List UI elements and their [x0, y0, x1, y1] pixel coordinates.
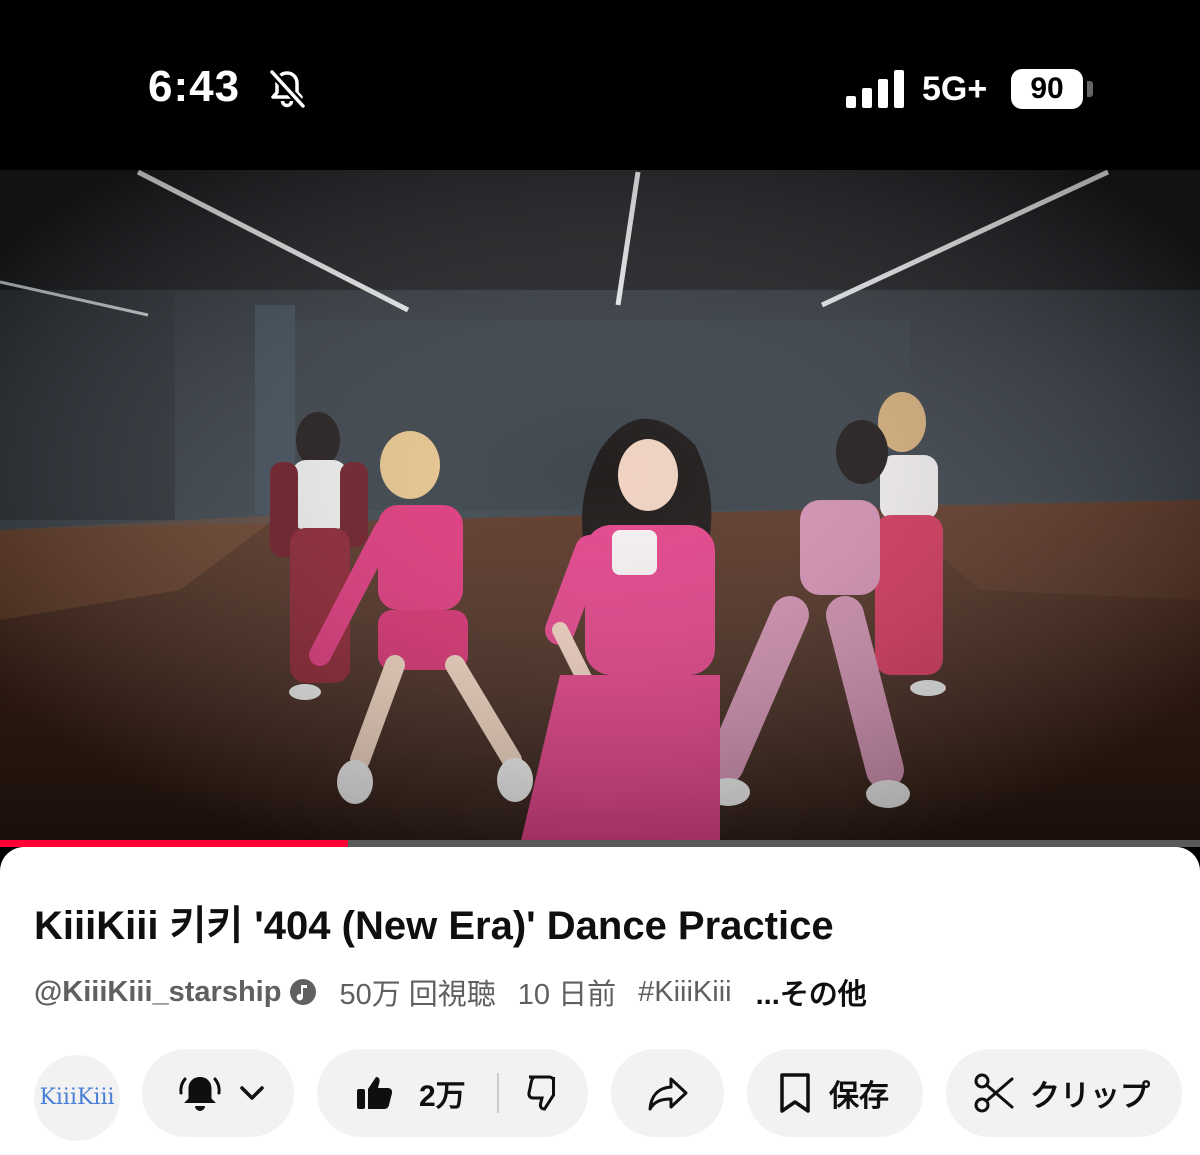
- clip-button[interactable]: クリップ: [946, 1049, 1182, 1137]
- upload-age: 10 日前: [517, 979, 617, 1011]
- hashtag-link[interactable]: #KiiiKiii: [638, 976, 731, 1009]
- battery-terminal: [1087, 81, 1093, 97]
- video-progress-fill: [0, 840, 348, 847]
- avatar-label: KiiiKiii: [39, 1085, 115, 1110]
- status-time: 6:43: [148, 62, 241, 111]
- video-info-panel: KiiiKiii 키키 '404 (New Era)' Dance Practi…: [0, 847, 1200, 1155]
- bookmark-icon: [780, 1073, 810, 1113]
- bell-ringing-icon: [179, 1077, 221, 1111]
- clip-label: クリップ: [1030, 1080, 1150, 1113]
- share-button[interactable]: [611, 1049, 724, 1137]
- notification-bell-button[interactable]: [142, 1049, 294, 1137]
- save-button[interactable]: 保存: [747, 1049, 923, 1137]
- channel-handle[interactable]: @KiiiKiii_starship: [34, 976, 281, 1009]
- verified-music-icon: [290, 979, 317, 1005]
- battery-icon: 90: [1011, 69, 1083, 109]
- more-button[interactable]: ...その他: [756, 971, 867, 1013]
- video-title[interactable]: KiiiKiii 키키 '404 (New Era)' Dance Practi…: [34, 893, 834, 951]
- dislike-button[interactable]: [499, 1049, 587, 1137]
- chevron-down-icon: [240, 1086, 264, 1100]
- network-type: 5G+: [922, 70, 988, 108]
- save-label: 保存: [829, 1080, 889, 1113]
- thumbs-up-icon: [357, 1077, 393, 1109]
- status-bar: 6:43 5G+ 90: [0, 0, 1200, 170]
- video-progress-bar[interactable]: [0, 840, 1200, 847]
- bell-slash-icon: [269, 69, 306, 109]
- like-button[interactable]: 2万: [317, 1049, 497, 1137]
- signal-icon: [846, 70, 904, 108]
- thumbs-down-icon: [527, 1075, 555, 1111]
- scissors-icon: [974, 1073, 1014, 1113]
- channel-avatar[interactable]: KiiiKiii: [34, 1055, 120, 1141]
- view-count: 50万 回視聴: [339, 979, 496, 1011]
- video-player[interactable]: [0, 170, 1200, 845]
- like-count: 2万: [419, 1080, 466, 1113]
- video-meta-row[interactable]: @KiiiKiii_starship 50万 回視聴 10 日前 #KiiiKi…: [34, 971, 867, 1013]
- battery-level: 90: [1030, 72, 1064, 105]
- video-play-area[interactable]: [0, 170, 1200, 840]
- like-dislike-group: 2万: [317, 1049, 588, 1137]
- share-arrow-icon: [648, 1077, 687, 1111]
